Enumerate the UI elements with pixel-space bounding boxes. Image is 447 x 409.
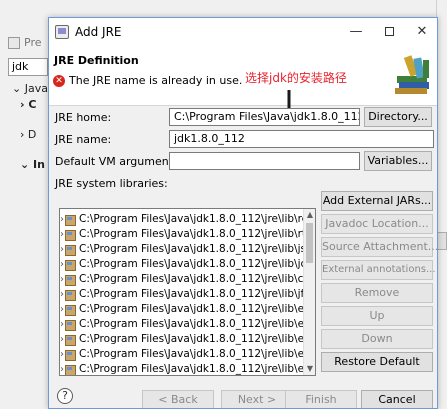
jre-name-label: JRE name: <box>55 133 112 146</box>
up-button[interactable]: Up <box>321 306 433 326</box>
scroll-up-arrow-icon[interactable]: ▲ <box>304 209 315 221</box>
jar-icon <box>64 334 76 346</box>
maximize-button[interactable] <box>372 18 406 46</box>
variables-button[interactable]: Variables... <box>364 151 432 171</box>
background-window-title: Pre <box>8 36 42 49</box>
add-external-jars-button[interactable]: Add External JARs... <box>321 191 433 211</box>
jar-icon <box>64 304 76 316</box>
jar-icon <box>64 364 76 375</box>
jre-name-input[interactable]: jdk1.8.0_112 <box>169 130 434 148</box>
error-message-row: ✕ The JRE name is already in use. <box>53 74 242 87</box>
library-item[interactable]: › C:\Program Files\Java\jdk1.8.0_112\jre\… <box>60 331 305 347</box>
libraries-scrollbar[interactable]: ▲ ▼ <box>303 209 315 375</box>
library-item[interactable]: › C:\Program Files\Java\jdk1.8.0_112\jre\… <box>60 301 305 317</box>
jre-home-label: JRE home: <box>55 111 112 124</box>
jar-icon <box>64 274 76 286</box>
jar-icon <box>64 229 76 241</box>
dialog-title: Add JRE <box>75 25 122 39</box>
jre-system-libraries-label: JRE system libraries: <box>55 177 168 190</box>
library-item[interactable]: › C:\Program Files\Java\jdk1.8.0_112\jre\… <box>60 346 305 362</box>
tree-item-c[interactable]: › C <box>20 98 36 111</box>
directory-button[interactable]: Directory... <box>364 107 432 127</box>
down-button[interactable]: Down <box>321 329 433 349</box>
jar-icon <box>64 259 76 271</box>
maximize-icon <box>384 27 394 36</box>
help-icon[interactable]: ? <box>57 388 73 404</box>
scroll-down-arrow-icon[interactable]: ▼ <box>304 363 315 375</box>
error-message: The JRE name is already in use. <box>69 74 243 87</box>
library-item[interactable]: › C:\Program Files\Java\jdk1.8.0_112\jre\… <box>60 361 305 375</box>
finish-button[interactable]: Finish <box>285 390 357 408</box>
jre-books-icon <box>395 55 429 94</box>
next-button[interactable]: Next > <box>221 390 293 408</box>
window-app-icon <box>55 25 69 39</box>
source-attachment-button[interactable]: Source Attachment... <box>321 237 437 257</box>
annotation-text: 选择jdk的安装路径 <box>245 71 347 85</box>
eclipse-window-icon <box>8 36 20 49</box>
library-item[interactable]: › C:\Program Files\Java\jdk1.8.0_112\jre\… <box>60 256 305 272</box>
jar-icon <box>64 289 76 301</box>
add-jre-dialog: Add JRE — ✕ JRE Definition ✕ The JRE nam… <box>48 17 438 409</box>
library-item[interactable]: › C:\Program Files\Java\jdk1.8.0_112\jre\… <box>60 286 305 302</box>
preferences-filter-input[interactable]: jdk <box>8 58 48 76</box>
background-title-text: Pre <box>24 36 42 49</box>
jre-home-input[interactable]: C:\Program Files\Java\jdk1.8.0_112 <box>169 108 360 126</box>
cancel-button[interactable]: Cancel <box>361 390 433 408</box>
jar-icon <box>64 244 76 256</box>
scrollbar-thumb[interactable] <box>306 223 313 263</box>
library-item[interactable]: › C:\Program Files\Java\jdk1.8.0_112\jre\… <box>60 226 305 242</box>
minimize-button[interactable]: — <box>339 18 373 46</box>
library-item[interactable]: › C:\Program Files\Java\jdk1.8.0_112\jre\… <box>60 271 305 287</box>
library-item[interactable]: › C:\Program Files\Java\jdk1.8.0_112\jre\… <box>60 211 305 227</box>
javadoc-location-button[interactable]: Javadoc Location... <box>321 214 433 234</box>
remove-button[interactable]: Remove <box>321 283 433 303</box>
jre-system-libraries-list[interactable]: › C:\Program Files\Java\jdk1.8.0_112\jre\… <box>59 208 316 376</box>
vm-arguments-label: Default VM arguments: <box>55 155 183 168</box>
jar-icon <box>64 349 76 361</box>
section-title: JRE Definition <box>54 54 139 67</box>
dialog-titlebar: Add JRE — ✕ <box>49 18 437 46</box>
error-icon: ✕ <box>53 74 65 87</box>
tree-item-in[interactable]: ⌄ In <box>20 158 45 171</box>
library-item[interactable]: › C:\Program Files\Java\jdk1.8.0_112\jre\… <box>60 316 305 332</box>
library-item[interactable]: › C:\Program Files\Java\jdk1.8.0_112\jre\… <box>60 241 305 257</box>
restore-default-button[interactable]: Restore Default <box>321 352 433 372</box>
vm-arguments-input[interactable] <box>169 152 360 170</box>
dialog-footer: ? < Back Next > Finish Cancel <box>49 384 437 408</box>
close-button[interactable]: ✕ <box>405 18 437 46</box>
external-annotations-button[interactable]: External annotations... <box>321 260 436 280</box>
jar-icon <box>64 319 76 331</box>
back-button[interactable]: < Back <box>142 390 214 408</box>
wizard-header: JRE Definition ✕ The JRE name is already… <box>49 46 437 117</box>
tree-item-d[interactable]: › D <box>20 128 36 141</box>
jar-icon <box>64 214 76 226</box>
tree-item-java[interactable]: ⌄ Java <box>12 82 48 95</box>
